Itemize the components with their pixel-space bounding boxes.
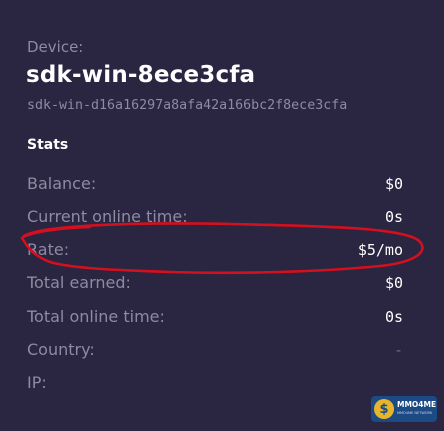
- watermark-tagline: MMO4ME NETWORK: [397, 411, 433, 415]
- dollar-coin-icon: $: [374, 399, 394, 419]
- watermark-logo: $ MMO4ME MMO4ME NETWORK: [371, 396, 437, 422]
- watermark-brand: MMO4ME: [397, 400, 437, 409]
- red-annotation-loop: [20, 222, 424, 275]
